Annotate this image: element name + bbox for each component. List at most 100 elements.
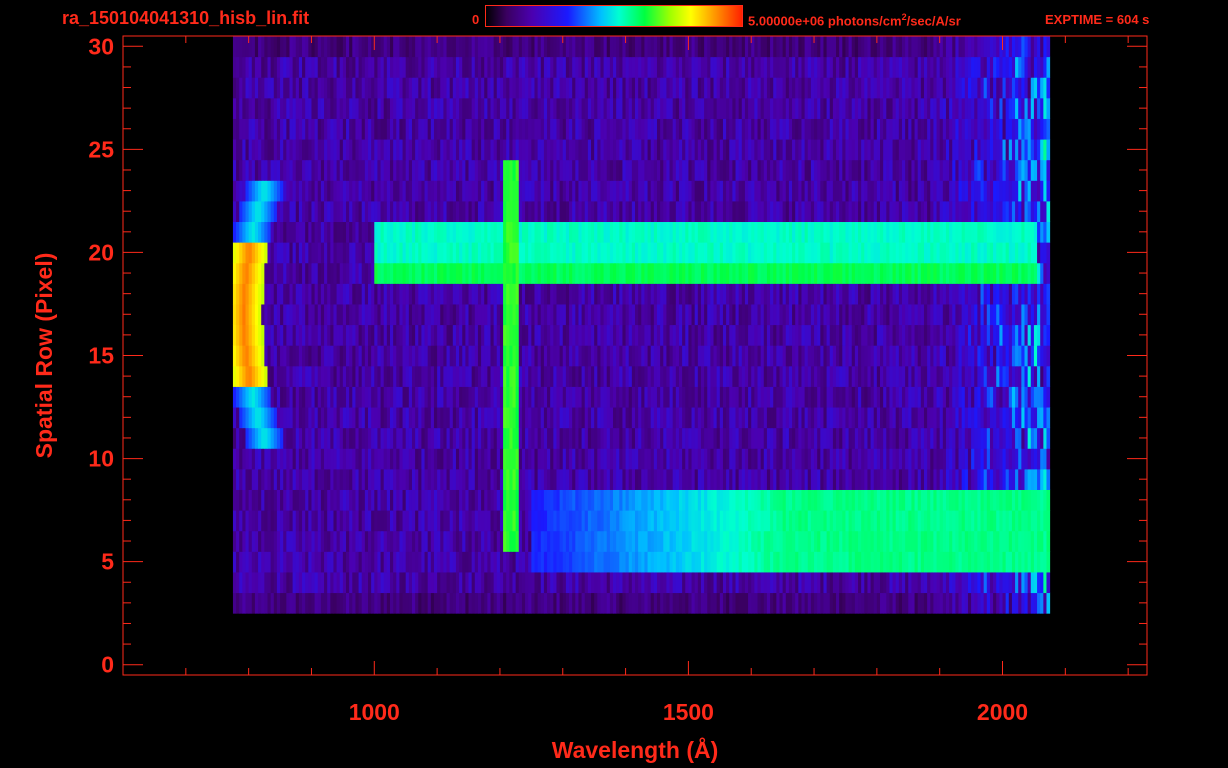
heatmap-cell xyxy=(1018,303,1022,326)
heatmap-cell xyxy=(371,345,375,367)
heatmap-cell xyxy=(292,386,297,408)
heatmap-cell xyxy=(961,571,966,594)
heatmap-cell xyxy=(572,510,576,532)
heatmap-cell xyxy=(264,551,268,573)
heatmap-cell xyxy=(980,427,985,449)
heatmap-cell xyxy=(807,242,812,264)
heatmap-cell xyxy=(669,221,674,243)
heatmap-cell xyxy=(672,365,677,387)
heatmap-cell xyxy=(525,571,529,594)
heatmap-cell xyxy=(553,303,557,326)
heatmap-cell xyxy=(754,386,759,408)
heatmap-cell xyxy=(999,592,1004,614)
heatmap-cell xyxy=(886,489,890,511)
heatmap-cell xyxy=(393,283,397,305)
heatmap-cell xyxy=(525,427,529,449)
heatmap-cell xyxy=(964,489,969,511)
heatmap-cell xyxy=(484,510,488,532)
heatmap-cell xyxy=(437,551,441,573)
heatmap-cell xyxy=(851,468,856,490)
heatmap-cell xyxy=(474,448,479,470)
heatmap-cell xyxy=(374,551,378,573)
heatmap-cell xyxy=(402,468,407,490)
heatmap-cell xyxy=(594,448,598,470)
heatmap-cell xyxy=(550,489,554,511)
heatmap-cell xyxy=(440,324,444,346)
heatmap-cell xyxy=(597,427,601,449)
heatmap-cell xyxy=(462,303,466,326)
heatmap-cell xyxy=(707,262,711,284)
heatmap-cell xyxy=(295,407,300,429)
heatmap-cell xyxy=(320,448,325,470)
heatmap-cell xyxy=(873,551,878,573)
heatmap-cell xyxy=(380,345,385,367)
heatmap-cell xyxy=(499,448,504,470)
heatmap-cell xyxy=(895,530,900,552)
heatmap-cell xyxy=(996,345,1000,367)
heatmap-cell xyxy=(836,242,840,264)
heatmap-cell xyxy=(977,510,982,532)
heatmap-cell xyxy=(481,427,485,449)
heatmap-cell xyxy=(311,200,316,223)
heatmap-cell xyxy=(484,427,488,449)
heatmap-cell xyxy=(591,551,595,573)
heatmap-cell xyxy=(305,427,309,449)
heatmap-cell xyxy=(719,551,724,573)
heatmap-cell xyxy=(650,242,655,264)
heatmap-cell xyxy=(854,468,859,490)
heatmap-cell xyxy=(999,571,1004,594)
heatmap-cell xyxy=(386,345,391,367)
heatmap-cell xyxy=(302,365,306,387)
heatmap-cell xyxy=(726,468,730,490)
heatmap-cell xyxy=(983,530,988,552)
heatmap-cell xyxy=(958,571,963,594)
heatmap-cell xyxy=(346,345,350,367)
heatmap-cell xyxy=(1011,242,1016,264)
heatmap-cell xyxy=(876,324,881,346)
heatmap-cell xyxy=(273,427,278,449)
heatmap-cell xyxy=(782,510,787,532)
heatmap-cell xyxy=(493,283,498,305)
heatmap-cell xyxy=(481,551,485,573)
heatmap-cell xyxy=(697,283,702,305)
heatmap-cell xyxy=(839,427,843,449)
heatmap-cell xyxy=(675,345,680,367)
heatmap-cell xyxy=(892,489,897,511)
heatmap-cell xyxy=(616,283,620,305)
heatmap-cell xyxy=(911,365,916,387)
heatmap-cell xyxy=(358,530,363,552)
heatmap-cell xyxy=(411,592,416,614)
heatmap-cell xyxy=(418,365,422,387)
heatmap-cell xyxy=(1008,592,1013,614)
heatmap-cell xyxy=(826,571,831,594)
heatmap-cell xyxy=(245,200,250,223)
heatmap-cell xyxy=(411,510,416,532)
heatmap-cell xyxy=(1033,530,1038,552)
heatmap-cell xyxy=(1002,448,1007,470)
heatmap-cell xyxy=(892,592,897,614)
heatmap-cell xyxy=(239,530,243,552)
heatmap-cell xyxy=(578,407,583,429)
heatmap-cell xyxy=(845,262,850,284)
heatmap-cell xyxy=(327,283,331,305)
heatmap-cell xyxy=(251,407,256,429)
heatmap-cell xyxy=(459,551,463,573)
heatmap-cell xyxy=(606,365,611,387)
heatmap-cell xyxy=(669,530,674,552)
heatmap-cell xyxy=(738,303,743,326)
heatmap-cell xyxy=(785,448,790,470)
heatmap-cell xyxy=(364,365,369,387)
heatmap-cell xyxy=(295,510,300,532)
heatmap-cell xyxy=(848,386,853,408)
heatmap-cell xyxy=(427,448,432,470)
heatmap-cell xyxy=(465,242,470,264)
heatmap-cell xyxy=(305,448,309,470)
heatmap-cell xyxy=(298,262,303,284)
heatmap-cell xyxy=(920,427,925,449)
heatmap-cell xyxy=(964,303,969,326)
heatmap-cell xyxy=(534,592,539,614)
heatmap-cell xyxy=(245,571,250,594)
heatmap-cell xyxy=(1027,262,1032,284)
heatmap-cell xyxy=(741,551,746,573)
heatmap-cell xyxy=(647,303,652,326)
